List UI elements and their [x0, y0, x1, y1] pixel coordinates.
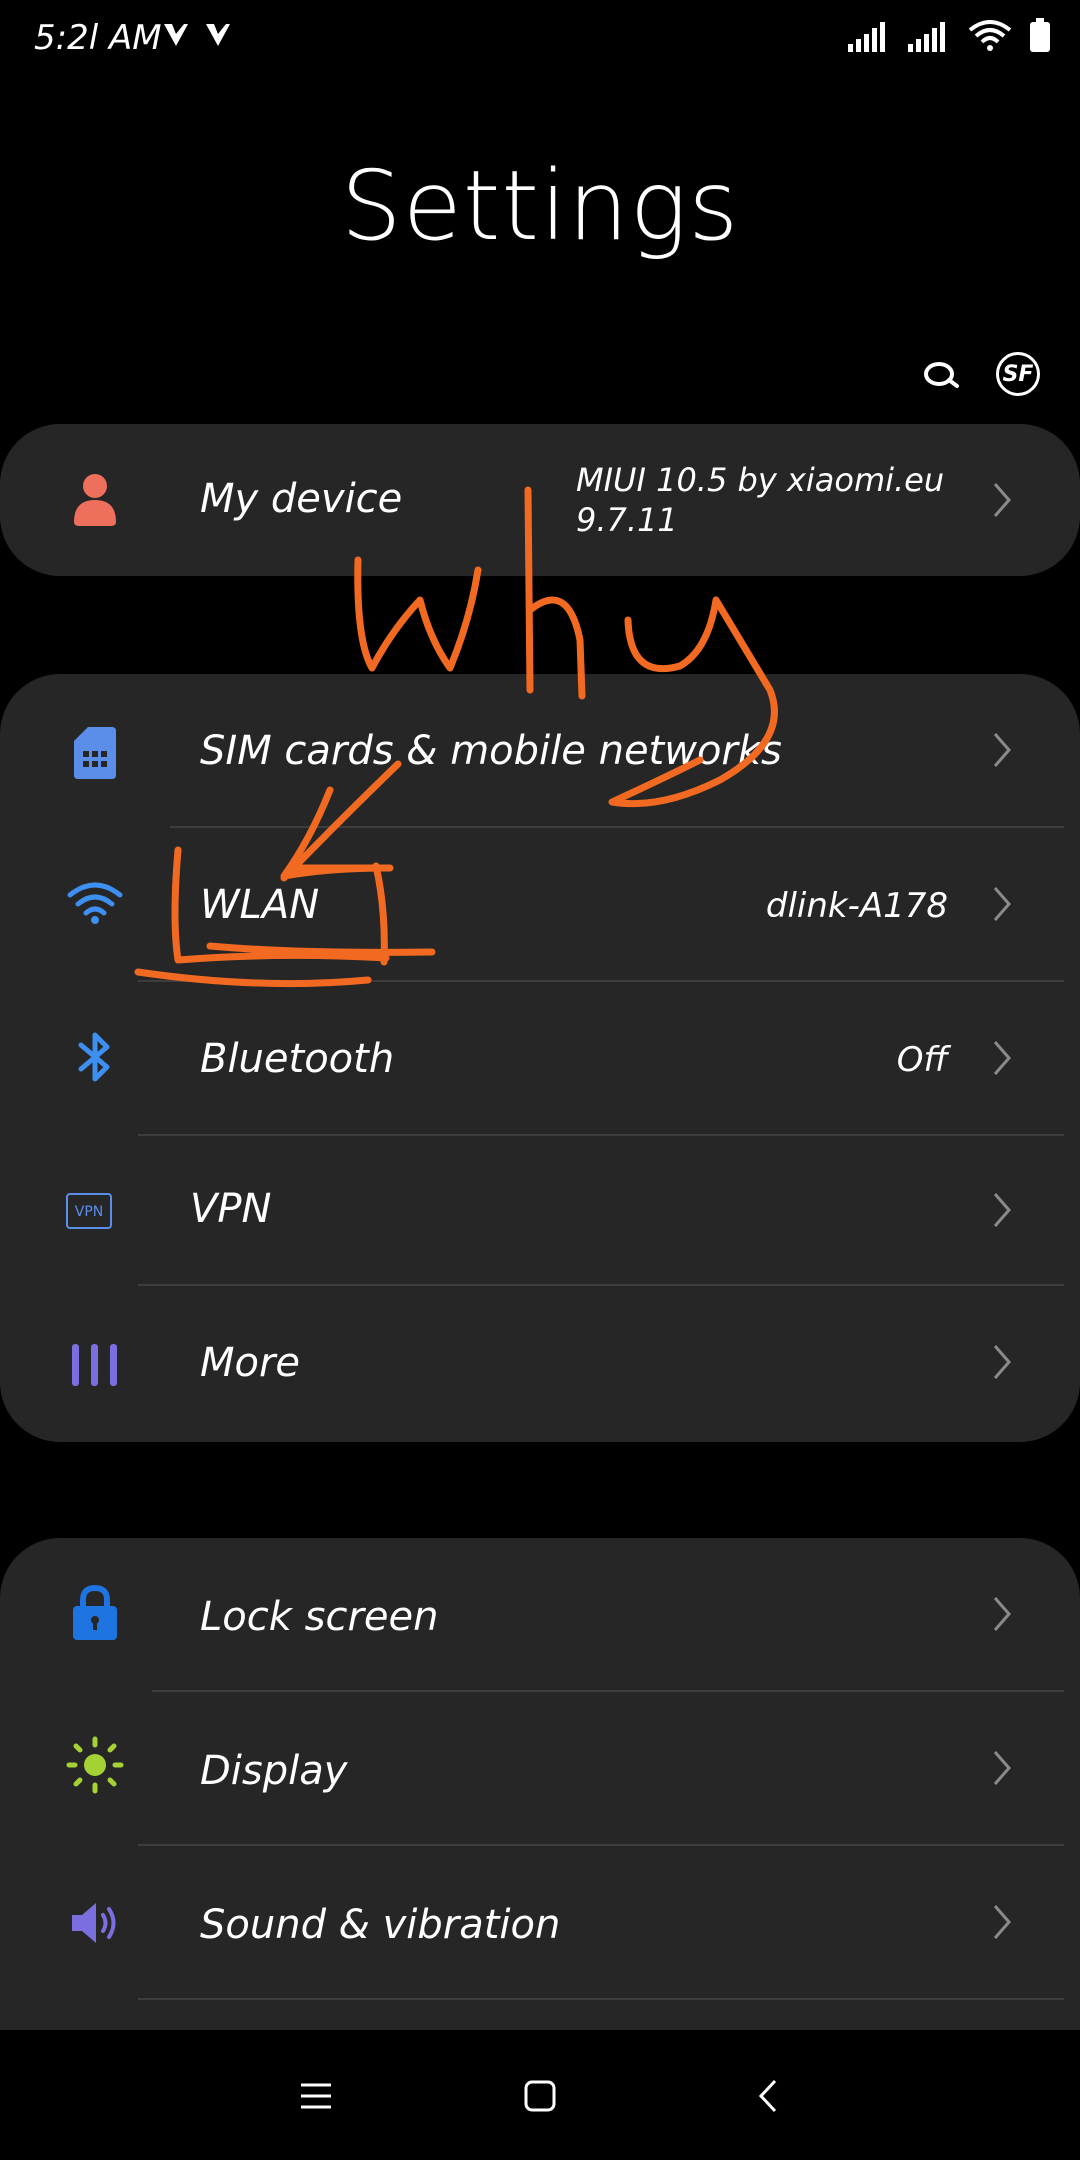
row-label: More [200, 1340, 301, 1386]
wlan-network-name: dlink-A178 [765, 886, 948, 926]
person-icon [62, 467, 128, 533]
row-label: Display [200, 1748, 348, 1794]
page-title: Settings [340, 150, 740, 262]
more-icon [62, 1332, 128, 1398]
wifi-icon [62, 870, 128, 936]
chevron-right-icon [993, 483, 1011, 517]
wifi-icon [968, 20, 1012, 51]
header-tools: SF [922, 352, 1040, 396]
notification-check-icon [164, 24, 188, 46]
menu-icon[interactable] [286, 2066, 346, 2126]
lock-icon [62, 1580, 128, 1646]
display-sun-icon [62, 1732, 128, 1798]
row-label: VPN [190, 1186, 272, 1232]
nav-bar [0, 2030, 1080, 2160]
vpn-icon-text: VPN [75, 1204, 104, 1220]
row-label: Bluetooth [200, 1036, 395, 1082]
row-more[interactable]: More [0, 1286, 1080, 1442]
row-sim-cards[interactable]: SIM cards & mobile networks [0, 674, 1080, 826]
chevron-right-icon [993, 1041, 1011, 1075]
device-version: MIUI 10.5 by xiaomi.eu 9.7.11 [576, 460, 944, 540]
battery-icon [1030, 18, 1050, 52]
chevron-right-icon [993, 1751, 1011, 1785]
connectivity-card: SIM cards & mobile networks WLAN dlink-A… [0, 674, 1080, 1442]
row-lock-screen[interactable]: Lock screen [0, 1538, 1080, 1690]
status-notifications [160, 20, 232, 50]
device-version-line2: 9.7.11 [576, 501, 678, 539]
row-label: Sound & vibration [200, 1902, 561, 1948]
row-label: Lock screen [200, 1594, 439, 1640]
chevron-right-icon [993, 1597, 1011, 1631]
chevron-right-icon [993, 733, 1011, 767]
chevron-right-icon [993, 1905, 1011, 1939]
bluetooth-icon [62, 1024, 128, 1090]
status-bar: 5:2l AM [0, 0, 1080, 80]
row-bluetooth[interactable]: Bluetooth Off [0, 982, 1080, 1134]
home-icon[interactable] [510, 2066, 570, 2126]
notification-check-icon [206, 24, 230, 46]
chevron-right-icon [993, 1193, 1011, 1227]
row-display[interactable]: Display [0, 1692, 1080, 1844]
row-sound-vibration[interactable]: Sound & vibration [0, 1846, 1080, 1998]
device-card: My device MIUI 10.5 by xiaomi.eu 9.7.11 [0, 424, 1080, 576]
signal-icon [908, 22, 945, 52]
divider [138, 1998, 1064, 2000]
sim-card-icon [62, 720, 128, 786]
search-icon[interactable] [922, 355, 960, 393]
row-wlan[interactable]: WLAN dlink-A178 [0, 828, 1080, 980]
back-icon[interactable] [738, 2066, 798, 2126]
row-vpn[interactable]: VPN VPN [0, 1136, 1080, 1284]
row-label: My device [200, 476, 403, 522]
row-my-device[interactable]: My device MIUI 10.5 by xiaomi.eu 9.7.11 [0, 424, 1080, 576]
speaker-icon [62, 1890, 128, 1956]
status-system-icons [848, 18, 1050, 52]
row-label: WLAN [200, 882, 320, 928]
signal-icon [848, 22, 885, 52]
chevron-right-icon [993, 887, 1011, 921]
status-time: 5:2l AM [34, 18, 162, 58]
row-label: SIM cards & mobile networks [200, 728, 782, 774]
personalization-card: Lock screen Display Sound & vibration [0, 1538, 1080, 2058]
vpn-icon: VPN [56, 1178, 122, 1244]
avatar[interactable]: SF [996, 352, 1040, 396]
device-version-line1: MIUI 10.5 by xiaomi.eu [576, 461, 945, 499]
chevron-right-icon [993, 1345, 1011, 1379]
bluetooth-status: Off [896, 1040, 948, 1080]
